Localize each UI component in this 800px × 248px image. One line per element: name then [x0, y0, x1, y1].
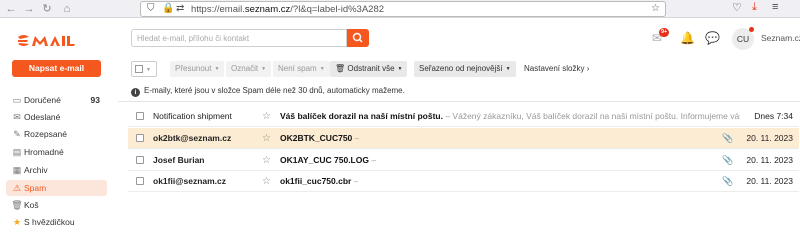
folder-settings-link[interactable]: Nastavení složky › [519, 61, 594, 77]
spam-info-message: i E-maily, které jsou v složce Spam déle … [131, 86, 405, 97]
email-subject: Váš balíček dorazil na naší místní poštu… [280, 111, 740, 121]
row-checkbox[interactable] [136, 156, 144, 164]
email-row[interactable]: Josef Burian ☆ OK1AY_CUC 750.LOG – 📎 20.… [128, 150, 799, 171]
star-icon[interactable]: ☆ [262, 171, 271, 192]
star-icon[interactable]: ☆ [262, 150, 271, 171]
folder-spam[interactable]: ⚠ Spam [6, 180, 107, 196]
account-link[interactable]: Seznam.cz [761, 33, 800, 43]
compose-button[interactable]: Napsat e-mail [12, 60, 101, 77]
email-row[interactable]: ok2btk@seznam.cz ☆ OK2BTK_CUC750 – 📎 20.… [128, 128, 799, 149]
search-icon [352, 32, 363, 43]
email-sender: ok1fii@seznam.cz [153, 176, 227, 186]
chevron-down-icon: ▼ [146, 67, 151, 73]
back-icon[interactable]: ← [4, 2, 18, 16]
email-row[interactable]: ok1fii@seznam.cz ☆ ok1fii_cuc750.cbr – 📎… [128, 171, 799, 192]
star-icon[interactable]: ☆ [262, 128, 271, 149]
shield-icon[interactable]: ⛉ [147, 3, 155, 14]
row-checkbox[interactable] [136, 112, 144, 120]
unread-count: 93 [90, 95, 100, 105]
draft-icon: ✎ [13, 129, 21, 139]
chevron-down-icon: ▼ [505, 66, 511, 72]
email-sender: Notification shipment [153, 111, 232, 121]
email-date: Dnes 7:34 [754, 111, 793, 121]
email-subject: OK2BTK_CUC750 – [280, 133, 360, 143]
folder-archive[interactable]: ▦ Archiv [6, 162, 107, 178]
info-icon: i [131, 88, 140, 97]
attachment-icon: 📎 [722, 176, 734, 186]
chat-icon[interactable]: 💬 [705, 31, 720, 45]
email-subject: ok1fii_cuc750.cbr – [280, 176, 359, 186]
inbox-icon: ▭ [12, 95, 22, 105]
pocket-icon[interactable]: ♡ [732, 1, 742, 14]
divider [118, 101, 800, 102]
chevron-down-icon: ▼ [319, 66, 325, 72]
move-button[interactable]: Přesunout ▼ [170, 61, 225, 77]
email-date: 20. 11. 2023 [746, 176, 793, 186]
home-icon[interactable]: ⌂ [60, 2, 74, 16]
reload-icon[interactable]: ↻ [40, 2, 54, 16]
folder-bulk[interactable]: ▤ Hromadné [6, 144, 107, 160]
avatar-status-dot [749, 27, 754, 32]
row-checkbox[interactable] [136, 134, 144, 142]
row-checkbox[interactable] [136, 177, 144, 185]
select-all-dropdown[interactable]: ▼ [131, 61, 157, 77]
chevron-down-icon: ▼ [214, 66, 220, 72]
browser-toolbar: ← → ↻ ⌂ ⛉ 🔒 ⇄ https://email.seznam.cz/?l… [0, 0, 800, 18]
email-date: 20. 11. 2023 [746, 133, 793, 143]
folder-starred[interactable]: ★ S hvězdičkou [6, 214, 107, 230]
attachment-icon: 📎 [722, 155, 734, 165]
url-text: https://email.seznam.cz/?l&q=label-id%3A… [191, 4, 385, 15]
not-spam-button[interactable]: Není spam ▼ [273, 61, 330, 77]
select-all-checkbox[interactable] [135, 65, 143, 74]
permissions-icon[interactable]: ⇄ [176, 3, 184, 14]
menu-icon[interactable]: ≡ [772, 1, 778, 13]
email-row[interactable]: Notification shipment ☆ Váš balíček dora… [128, 106, 799, 127]
chevron-down-icon: ▼ [261, 66, 267, 72]
folder-sent[interactable]: ✉ Odeslané [6, 109, 107, 125]
spam-icon: ⚠ [12, 183, 22, 193]
delete-all-button[interactable]: 🗑 Odstranit vše ▼ [330, 61, 408, 77]
folder-trash[interactable]: 🗑 Koš [6, 197, 107, 213]
downloads-icon[interactable]: ⤓ [752, 1, 757, 14]
sort-button[interactable]: Seřazeno od nejnovější ▼ [414, 61, 516, 77]
trash-icon: 🗑 [335, 64, 348, 74]
lock-icon[interactable]: 🔒 [162, 3, 174, 14]
archive-icon: ▦ [12, 165, 22, 175]
folder-inbox[interactable]: ▭ Doručené 93 [6, 92, 107, 108]
bookmark-star-icon[interactable]: ☆ [651, 3, 660, 14]
star-icon: ★ [12, 217, 22, 227]
chevron-down-icon: ▼ [397, 66, 403, 72]
forward-icon[interactable]: → [22, 2, 36, 16]
bulk-icon: ▤ [12, 147, 22, 157]
address-bar[interactable]: ⛉ 🔒 ⇄ https://email.seznam.cz/?l&q=label… [140, 1, 666, 17]
email-date: 20. 11. 2023 [746, 155, 793, 165]
email-sender: ok2btk@seznam.cz [153, 133, 232, 143]
trash-icon: 🗑 [11, 200, 23, 210]
email-logo [18, 35, 75, 46]
bell-icon[interactable]: 🔔 [680, 31, 695, 45]
mark-button[interactable]: Označit ▼ [226, 61, 272, 77]
star-icon[interactable]: ☆ [262, 106, 271, 127]
search-input[interactable] [131, 29, 347, 47]
folder-drafts[interactable]: ✎ Rozepsané [6, 126, 107, 142]
email-subject: OK1AY_CUC 750.LOG – [280, 155, 377, 165]
attachment-icon: 📎 [722, 133, 734, 143]
search-button[interactable] [347, 29, 369, 47]
email-sender: Josef Burian [153, 155, 205, 165]
sent-icon: ✉ [13, 112, 21, 122]
